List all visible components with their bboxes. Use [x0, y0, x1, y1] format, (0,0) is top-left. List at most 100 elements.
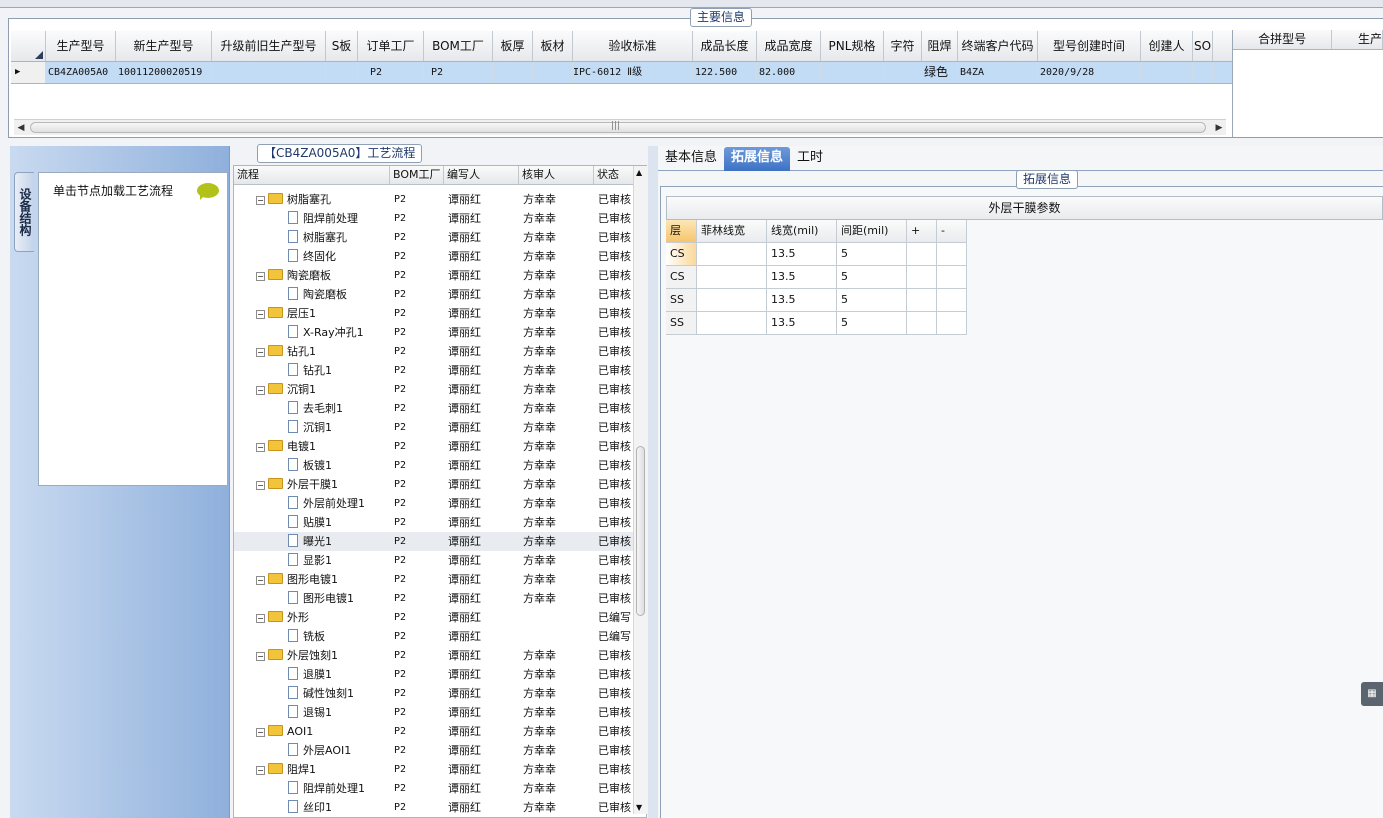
scroll-thumb[interactable]: |||	[30, 121, 1206, 133]
process-tree-row[interactable]: 树脂塞孔 P2 谭丽红 方幸幸 已审核	[234, 228, 646, 247]
process-tree-row[interactable]: 板镀1 P2 谭丽红 方幸幸 已审核	[234, 456, 646, 475]
process-tree-row[interactable]: 阻焊前处理 P2 谭丽红 方幸幸 已审核	[234, 209, 646, 228]
film-param-row[interactable]: SS 13.5 5	[666, 312, 967, 335]
collapse-icon[interactable]: −	[256, 443, 265, 452]
col-header[interactable]: 终端客户代码	[958, 31, 1038, 61]
param-empty-cell[interactable]	[937, 243, 967, 266]
param-empty-cell[interactable]	[907, 266, 937, 289]
collapse-icon[interactable]: −	[256, 652, 265, 661]
col-header[interactable]: 板厚	[493, 31, 533, 61]
cell-length[interactable]: 122.500	[693, 62, 757, 83]
param-width-cell[interactable]: 13.5	[767, 312, 837, 335]
cell-char[interactable]	[884, 62, 922, 83]
scroll-left-icon[interactable]: ◀	[14, 121, 28, 135]
process-tree-row[interactable]: − 树脂塞孔 P2 谭丽红 方幸幸 已审核	[234, 190, 646, 209]
col-header[interactable]: 验收标准	[573, 31, 693, 61]
collapse-icon[interactable]: −	[256, 766, 265, 775]
collapse-icon[interactable]: −	[256, 481, 265, 490]
param-spacing-cell[interactable]: 5	[837, 266, 907, 289]
process-tree-row[interactable]: − 阻焊1 P2 谭丽红 方幸幸 已审核	[234, 760, 646, 779]
col-header[interactable]: 阻焊	[922, 31, 958, 61]
process-tree-row[interactable]: − 外层干膜1 P2 谭丽红 方幸幸 已审核	[234, 475, 646, 494]
param-empty-cell[interactable]	[907, 312, 937, 335]
param-layer-cell[interactable]: SS	[666, 289, 697, 312]
process-tree-row[interactable]: 外层前处理1 P2 谭丽红 方幸幸 已审核	[234, 494, 646, 513]
param-layer-cell[interactable]: CS	[666, 266, 697, 289]
collapse-icon[interactable]: −	[256, 348, 265, 357]
collapse-icon[interactable]: −	[256, 310, 265, 319]
param-spacing-cell[interactable]: 5	[837, 243, 907, 266]
process-tree-row[interactable]: X-Ray冲孔1 P2 谭丽红 方幸幸 已审核	[234, 323, 646, 342]
cell-prod-no[interactable]: CB4ZA005A0	[46, 62, 116, 83]
param-film-cell[interactable]	[697, 289, 767, 312]
process-tree-row[interactable]: − 层压1 P2 谭丽红 方幸幸 已审核	[234, 304, 646, 323]
process-tree-row[interactable]: 贴膜1 P2 谭丽红 方幸幸 已审核	[234, 513, 646, 532]
col-header[interactable]: 新生产型号	[116, 31, 212, 61]
main-horizontal-scrollbar[interactable]: ◀ ||| ▶	[14, 119, 1226, 135]
col-header[interactable]: 核审人	[519, 166, 594, 184]
collapse-icon[interactable]: −	[256, 728, 265, 737]
process-tree-row[interactable]: − 陶瓷磨板 P2 谭丽红 方幸幸 已审核	[234, 266, 646, 285]
col-header[interactable]: 字符	[884, 31, 922, 61]
scroll-up-icon[interactable]: ▲	[636, 168, 642, 177]
process-tree-row[interactable]: − 外形 P2 谭丽红 已编写	[234, 608, 646, 627]
param-empty-cell[interactable]	[937, 289, 967, 312]
col-header[interactable]: 层	[666, 220, 697, 243]
tree-vertical-scrollbar[interactable]: ▲ ▼	[633, 166, 647, 814]
panel-splitter[interactable]	[648, 146, 658, 818]
collapse-icon[interactable]: −	[256, 614, 265, 623]
cell-pnl[interactable]	[821, 62, 884, 83]
process-tree-row[interactable]: 丝印1 P2 谭丽红 方幸幸 已审核	[234, 798, 646, 817]
col-header[interactable]: 成品长度	[693, 31, 757, 61]
process-tree-row[interactable]: 图形电镀1 P2 谭丽红 方幸幸 已审核	[234, 589, 646, 608]
col-header[interactable]: 线宽(mil)	[767, 220, 837, 243]
process-tree-row[interactable]: − 钻孔1 P2 谭丽红 方幸幸 已审核	[234, 342, 646, 361]
tree-scroll-thumb[interactable]	[636, 446, 645, 616]
col-header[interactable]: 编写人	[444, 166, 519, 184]
remove-column-button[interactable]: -	[937, 220, 967, 243]
cell-bom-factory[interactable]: P2	[424, 62, 493, 83]
cell-old-prod-no[interactable]	[212, 62, 326, 83]
film-param-row[interactable]: CS 13.5 5	[666, 266, 967, 289]
collapse-icon[interactable]: −	[256, 272, 265, 281]
param-empty-cell[interactable]	[937, 266, 967, 289]
add-column-button[interactable]: +	[907, 220, 937, 243]
col-header[interactable]: 成品宽度	[757, 31, 821, 61]
param-layer-cell[interactable]: SS	[666, 312, 697, 335]
process-tree-row[interactable]: 钻孔1 P2 谭丽红 方幸幸 已审核	[234, 361, 646, 380]
collapse-icon[interactable]: −	[256, 576, 265, 585]
param-film-cell[interactable]	[697, 243, 767, 266]
param-empty-cell[interactable]	[907, 243, 937, 266]
main-grid-row[interactable]: ▶ CB4ZA005A0 10011200020519 P2 P2 IPC-60…	[11, 62, 1233, 84]
col-header[interactable]: S板	[326, 31, 358, 61]
param-layer-cell[interactable]: CS	[666, 243, 697, 266]
process-tree-row[interactable]: − 电镀1 P2 谭丽红 方幸幸 已审核	[234, 437, 646, 456]
tab-work-hours[interactable]: 工时	[790, 147, 830, 171]
col-header[interactable]: SO	[1193, 31, 1213, 61]
cell-standard[interactable]: IPC-6012 Ⅱ级	[573, 62, 693, 83]
cell-created[interactable]: 2020/9/28	[1038, 62, 1141, 83]
process-tree-row[interactable]: − 图形电镀1 P2 谭丽红 方幸幸 已审核	[234, 570, 646, 589]
cell-width[interactable]: 82.000	[757, 62, 821, 83]
col-header[interactable]: 订单工厂	[358, 31, 424, 61]
process-tree-row[interactable]: − AOI1 P2 谭丽红 方幸幸 已审核	[234, 722, 646, 741]
cell-customer-code[interactable]: B4ZA	[958, 62, 1038, 83]
col-header[interactable]: 型号创建时间	[1038, 31, 1141, 61]
process-tree-row[interactable]: 沉铜1 P2 谭丽红 方幸幸 已审核	[234, 418, 646, 437]
process-tree-row[interactable]: 显影1 P2 谭丽红 方幸幸 已审核	[234, 551, 646, 570]
col-header[interactable]: 生产	[1332, 30, 1383, 49]
col-header[interactable]: 流程	[234, 166, 390, 184]
collapse-icon[interactable]: −	[256, 196, 265, 205]
col-header[interactable]: 板材	[533, 31, 573, 61]
col-header[interactable]: 合拼型号	[1233, 30, 1333, 49]
process-tree-row[interactable]: 终固化 P2 谭丽红 方幸幸 已审核	[234, 247, 646, 266]
tab-extended-info[interactable]: 拓展信息	[724, 147, 791, 171]
scroll-down-icon[interactable]: ▼	[636, 803, 642, 812]
film-param-row[interactable]: CS 13.5 5	[666, 243, 967, 266]
process-tree-row[interactable]: 去毛刺1 P2 谭丽红 方幸幸 已审核	[234, 399, 646, 418]
process-tree-row[interactable]: − 沉铜1 P2 谭丽红 方幸幸 已审核	[234, 380, 646, 399]
col-header[interactable]: BOM工厂	[424, 31, 493, 61]
col-header[interactable]: BOM工厂	[390, 166, 444, 184]
cell-creator[interactable]	[1141, 62, 1193, 83]
col-header[interactable]: 菲林线宽	[697, 220, 767, 243]
